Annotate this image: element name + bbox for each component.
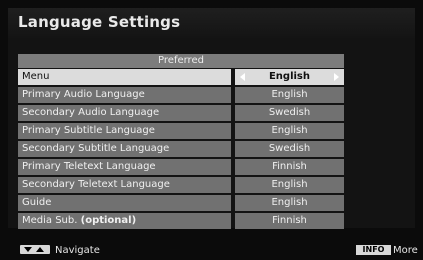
setting-row-primary-audio-language[interactable]: Primary Audio Language English <box>18 87 344 103</box>
down-arrow-icon <box>24 247 32 252</box>
setting-label: Primary Audio Language <box>18 87 231 103</box>
setting-value: Swedish <box>235 105 344 121</box>
setting-row-guide[interactable]: Guide English <box>18 195 344 211</box>
setting-value: Finnish <box>235 213 344 229</box>
optional-note: (optional) <box>80 215 137 226</box>
setting-label: Media Sub. (optional) <box>18 213 231 229</box>
setting-label: Secondary Audio Language <box>18 105 231 121</box>
setting-row-secondary-audio-language[interactable]: Secondary Audio Language Swedish <box>18 105 344 121</box>
language-settings-screen: Language Settings Preferred Menu English… <box>0 0 423 260</box>
setting-value: Finnish <box>235 159 344 175</box>
setting-label: Primary Subtitle Language <box>18 123 231 139</box>
setting-row-primary-teletext-language[interactable]: Primary Teletext Language Finnish <box>18 159 344 175</box>
setting-label: Secondary Subtitle Language <box>18 141 231 157</box>
more-hint: More <box>393 245 418 256</box>
setting-value: English <box>235 195 344 211</box>
setting-label: Secondary Teletext Language <box>18 177 231 193</box>
arrow-left-icon[interactable] <box>240 73 245 81</box>
setting-row-primary-subtitle-language[interactable]: Primary Subtitle Language English <box>18 123 344 139</box>
setting-row-media-sub[interactable]: Media Sub. (optional) Finnish <box>18 213 344 229</box>
page-title: Language Settings <box>18 13 181 31</box>
up-arrow-icon <box>36 247 44 252</box>
setting-value-selector[interactable]: English <box>235 69 344 85</box>
setting-value: English <box>235 87 344 103</box>
setting-row-secondary-subtitle-language[interactable]: Secondary Subtitle Language Swedish <box>18 141 344 157</box>
setting-label: Menu <box>18 69 231 85</box>
setting-value: English <box>268 71 311 82</box>
navigate-key-icon <box>20 245 50 254</box>
setting-value: Swedish <box>235 141 344 157</box>
preferred-header: Preferred <box>18 54 344 68</box>
setting-value: English <box>235 177 344 193</box>
navigate-hint: Navigate <box>55 245 100 256</box>
setting-row-secondary-teletext-language[interactable]: Secondary Teletext Language English <box>18 177 344 193</box>
settings-list: Menu English Primary Audio Language Engl… <box>18 69 344 231</box>
setting-row-menu[interactable]: Menu English <box>18 69 344 85</box>
setting-label: Primary Teletext Language <box>18 159 231 175</box>
setting-label-text: Media Sub. <box>22 215 78 226</box>
footer-hints: Navigate INFO More <box>0 240 423 260</box>
info-key-icon: INFO <box>356 245 391 255</box>
setting-value: English <box>235 123 344 139</box>
setting-label: Guide <box>18 195 231 211</box>
arrow-right-icon[interactable] <box>334 73 339 81</box>
